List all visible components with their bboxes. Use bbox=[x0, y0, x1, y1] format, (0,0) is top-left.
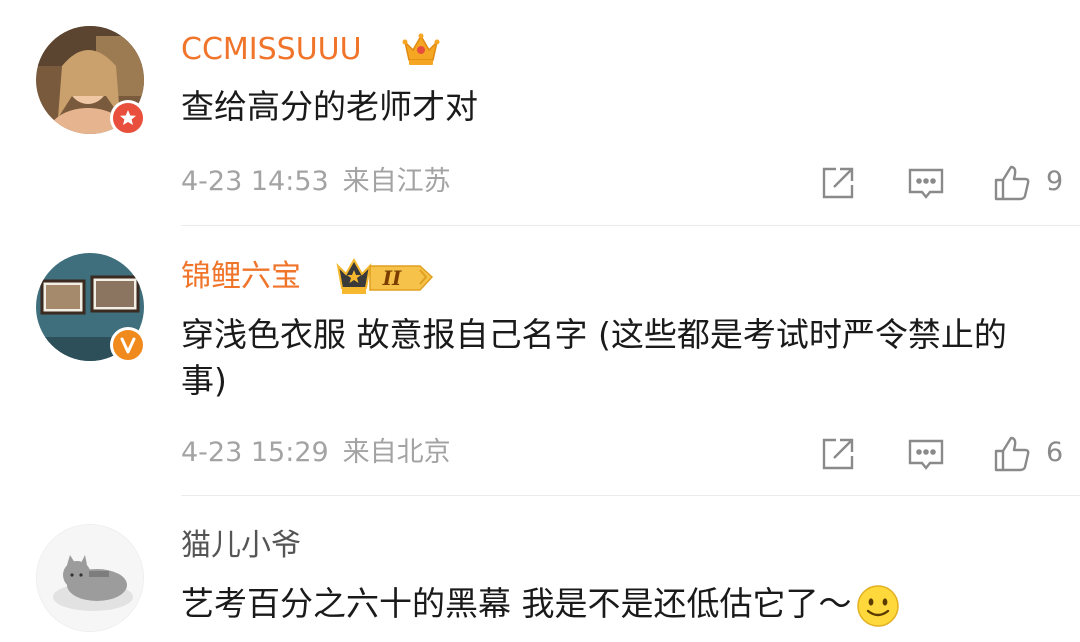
smile-emoji-icon bbox=[856, 584, 900, 628]
comment-text: 艺考百分之六十的黑幕 我是不是还低估它了～ bbox=[181, 581, 1040, 628]
avatar[interactable] bbox=[36, 524, 144, 632]
comment-text-content: 艺考百分之六十的黑幕 我是不是还低估它了～ bbox=[181, 584, 852, 623]
username[interactable]: 猫儿小爷 bbox=[181, 528, 301, 564]
comment-item: 猫儿小爷 艺考百分之六十的黑幕 我是不是还低估它了～ bbox=[0, 0, 1080, 642]
